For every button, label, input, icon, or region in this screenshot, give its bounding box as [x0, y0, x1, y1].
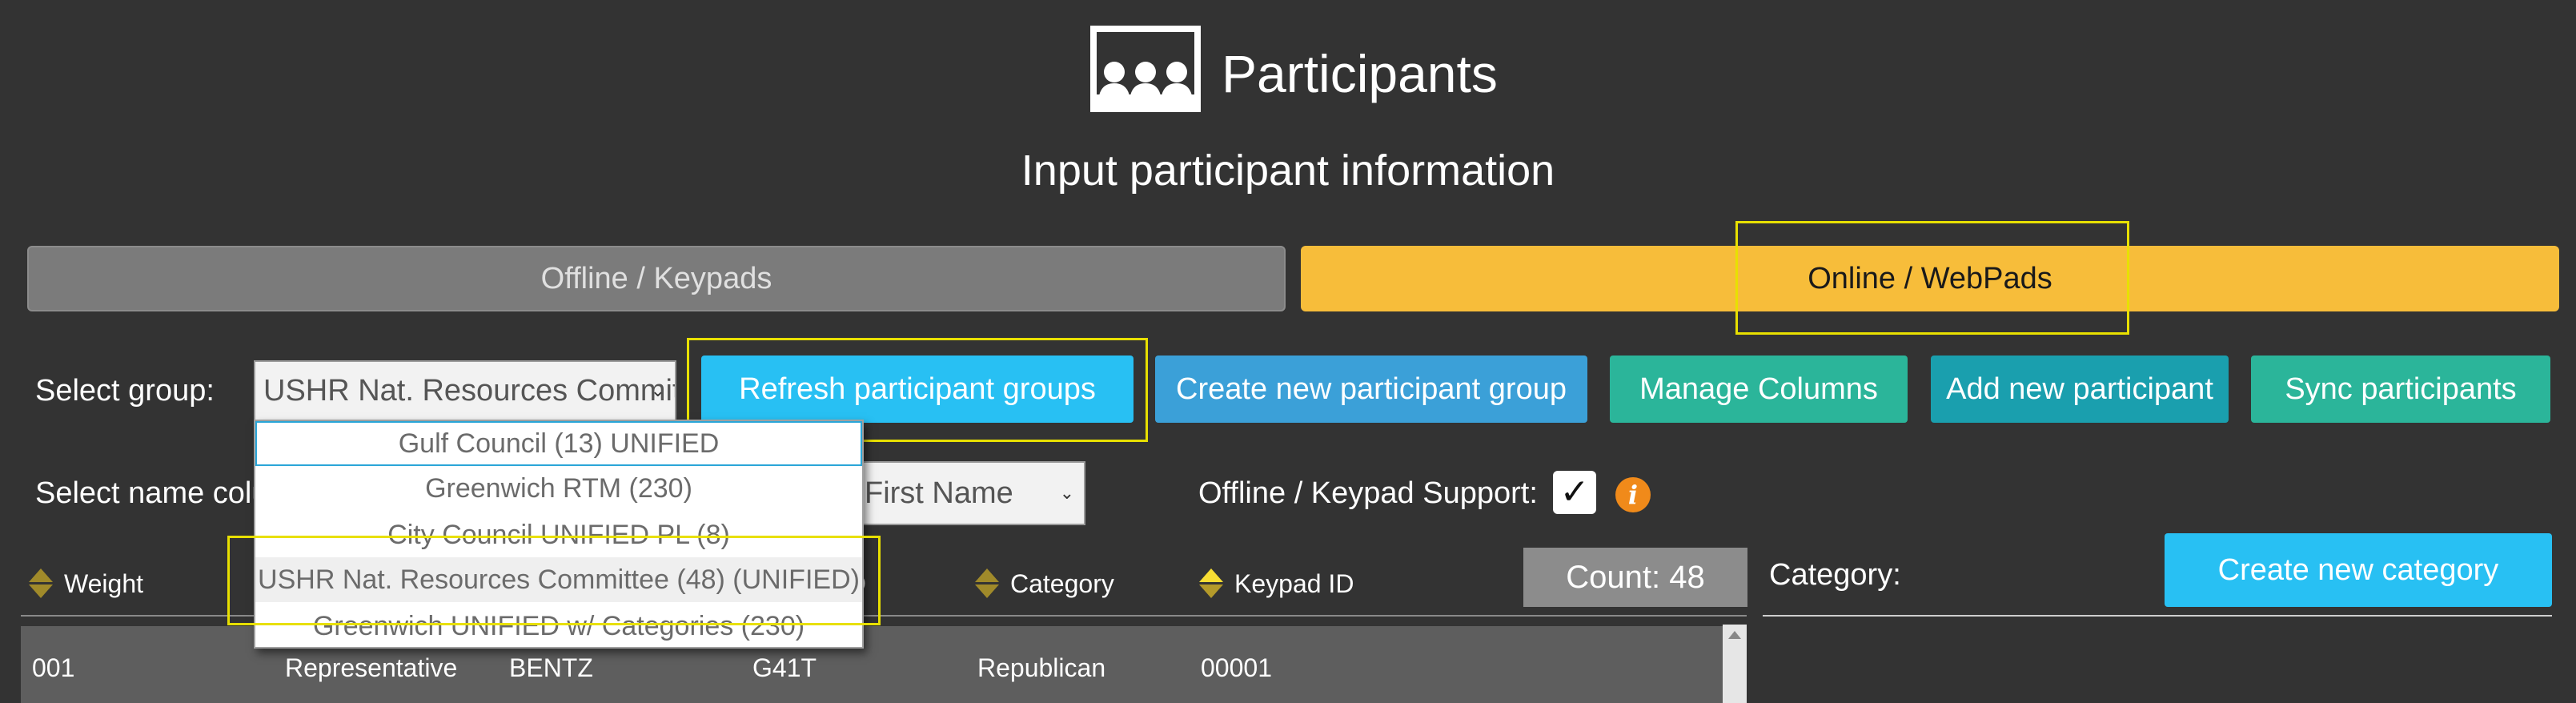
- info-icon[interactable]: i: [1615, 477, 1651, 512]
- info-icon-glyph: i: [1627, 480, 1639, 510]
- group-select-value: USHR Nat. Resources Committe: [263, 373, 676, 408]
- cell-category: Republican: [977, 653, 1106, 682]
- category-divider: [1763, 615, 2552, 617]
- name-column-select[interactable]: First Name ⌄: [855, 461, 1085, 525]
- keypad-support-label: Offline / Keypad Support:: [1198, 476, 1538, 510]
- column-header-category[interactable]: Category: [973, 567, 1114, 601]
- dropdown-item[interactable]: Greenwich RTM (230): [255, 466, 862, 511]
- chevron-down-icon: ⌄: [1059, 483, 1074, 503]
- keypad-support-checkbox[interactable]: ✓: [1553, 471, 1596, 514]
- group-select[interactable]: USHR Nat. Resources Committe ⌄: [254, 360, 676, 421]
- check-icon: ✓: [1559, 472, 1590, 512]
- cell-title: Representative: [285, 653, 458, 682]
- column-header-label: Keypad ID: [1234, 569, 1354, 598]
- manage-columns-button[interactable]: Manage Columns: [1610, 356, 1908, 423]
- sort-icon: [27, 567, 54, 601]
- page-subtitle: Input participant information: [1021, 147, 1555, 195]
- cell-weight: 001: [32, 653, 75, 682]
- participants-icon: [1090, 26, 1201, 112]
- create-participant-group-button[interactable]: Create new participant group: [1155, 356, 1587, 423]
- column-header-label: Weight: [64, 569, 144, 598]
- highlight-dropdown-selection: [227, 536, 881, 625]
- dropdown-item[interactable]: Gulf Council (13) UNIFIED: [255, 421, 862, 466]
- scroll-up-icon[interactable]: [1728, 631, 1741, 639]
- column-header-label: Category: [1010, 569, 1114, 598]
- page-title: Participants: [1222, 44, 1498, 103]
- create-category-button[interactable]: Create new category: [2165, 533, 2552, 607]
- add-participant-button[interactable]: Add new participant: [1931, 356, 2229, 423]
- chevron-down-icon: ⌄: [650, 380, 665, 400]
- column-header-weight[interactable]: Weight: [27, 567, 143, 601]
- sort-icon: [973, 567, 1001, 601]
- sync-participants-button[interactable]: Sync participants: [2251, 356, 2550, 423]
- name-column-select-value: First Name: [865, 476, 1013, 510]
- highlight-online-webpads: [1735, 221, 2129, 335]
- cell-keypad-id: 00001: [1201, 653, 1272, 682]
- count-badge: Count: 48: [1523, 548, 1747, 607]
- category-label: Category:: [1769, 558, 1901, 592]
- scrollbar[interactable]: [1723, 625, 1747, 703]
- column-header-keypad-id[interactable]: Keypad ID: [1198, 567, 1354, 601]
- cell-last-name: BENTZ: [509, 653, 593, 682]
- cell-id: G41T: [752, 653, 817, 682]
- sort-icon: [1198, 567, 1225, 601]
- offline-keypads-button[interactable]: Offline / Keypads: [27, 246, 1286, 311]
- select-group-label: Select group:: [35, 374, 215, 408]
- select-name-column-label: Select name colu: [35, 476, 269, 510]
